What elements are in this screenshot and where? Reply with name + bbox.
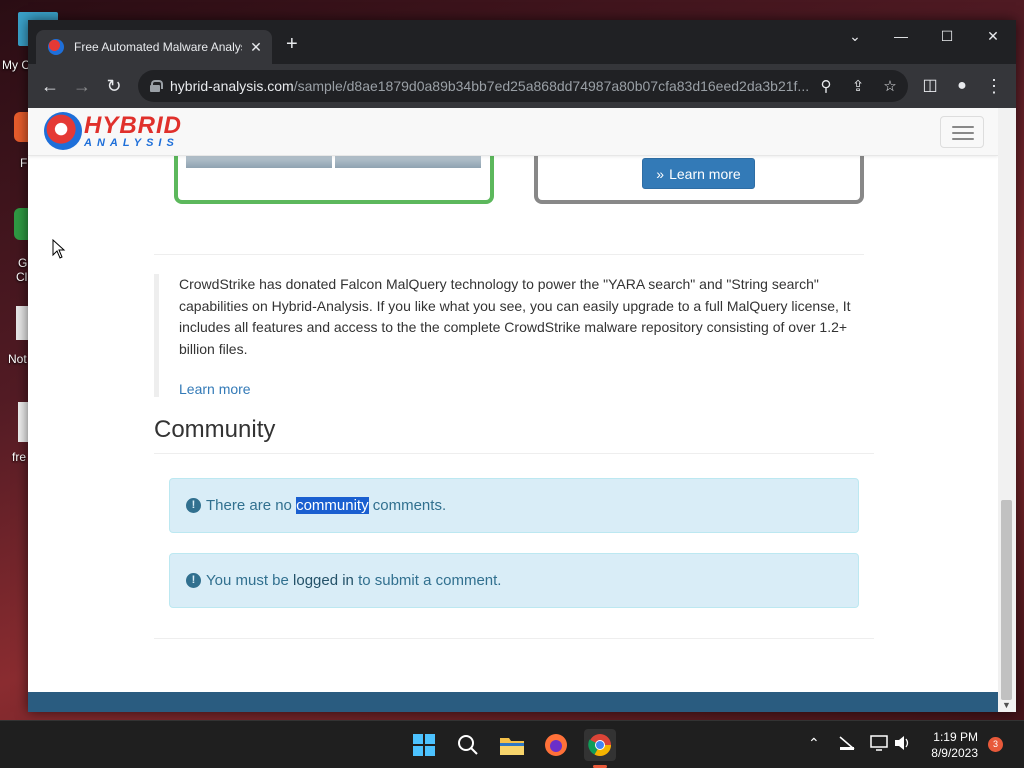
tab-close-icon[interactable]: ✕: [248, 39, 264, 56]
volume-icon[interactable]: [894, 735, 912, 754]
firefox-icon[interactable]: [540, 729, 572, 761]
exclamation-circle-icon: !: [186, 573, 201, 588]
desktop-icon-2[interactable]: [14, 112, 28, 142]
zoom-search-icon[interactable]: ⚲: [816, 77, 836, 95]
malquery-learn-more-link[interactable]: Learn more: [179, 381, 852, 397]
network-disconnected-icon[interactable]: [838, 735, 856, 754]
menu-kebab-icon[interactable]: ⋮: [982, 74, 1006, 98]
alert1-text-after: comments.: [368, 497, 447, 514]
taskbar: ⌃ 1:19 PM 8/9/2023 3: [0, 720, 1024, 768]
logo-word-analysis: ANALYSIS: [84, 136, 179, 149]
profile-avatar-icon[interactable]: ●: [950, 74, 974, 98]
double-chevron-right-icon: »: [656, 165, 665, 182]
bottom-divider: [154, 638, 874, 639]
logo-word-hybrid: HYBRID: [84, 111, 183, 139]
logo-mark-icon: [44, 112, 82, 150]
alert1-text-before: There are no: [206, 497, 297, 514]
desktop-icon-5[interactable]: [18, 402, 28, 442]
screenshot-thumbnail-1[interactable]: [186, 156, 332, 168]
desktop-label-my-computer[interactable]: My C: [2, 58, 30, 72]
windows-start-icon[interactable]: [408, 729, 440, 761]
minimize-button[interactable]: —: [881, 26, 921, 46]
community-heading: Community: [154, 416, 276, 443]
no-comments-alert: ! There are no community comments.: [169, 478, 859, 533]
exclamation-circle-icon: !: [186, 498, 201, 513]
bookmark-star-icon[interactable]: ☆: [880, 77, 900, 95]
clock-time: 1:19 PM: [933, 730, 978, 744]
url-path: /sample/d8ae1879d0a89b34bb7ed25a868dd749…: [293, 78, 810, 94]
url-text[interactable]: hybrid-analysis.com/sample/d8ae1879d0a89…: [170, 78, 810, 94]
hybrid-analysis-logo[interactable]: HYBRID ANALYSIS: [44, 112, 182, 150]
alert2-text-after: to submit a comment.: [353, 572, 502, 589]
tab-active[interactable]: Free Automated Malware Analysis ✕: [36, 30, 272, 64]
display-icon[interactable]: [870, 735, 888, 754]
show-hidden-icons-chevron-icon[interactable]: ⌃: [808, 735, 820, 752]
side-panel-icon[interactable]: ◫: [918, 74, 942, 98]
scroll-down-arrow-icon[interactable]: ▼: [1002, 700, 1011, 710]
alert2-text-before: You must be: [206, 572, 294, 589]
notification-badge[interactable]: 3: [988, 737, 1003, 752]
page-scrollbar[interactable]: ▼: [998, 108, 1016, 712]
screenshot-thumbnail-2[interactable]: [335, 156, 481, 168]
share-icon[interactable]: ⇪: [848, 77, 868, 95]
clock-date: 8/9/2023: [931, 746, 978, 760]
login-required-alert: ! You must be logged in to submit a comm…: [169, 553, 859, 608]
lock-icon[interactable]: [150, 80, 163, 92]
logged-in-link[interactable]: logged in: [293, 572, 354, 589]
desktop-label-3[interactable]: G: [18, 256, 27, 270]
url-host: hybrid-analysis.com: [170, 78, 294, 94]
malquery-blockquote: CrowdStrike has donated Falcon MalQuery …: [154, 274, 862, 397]
site-footer: [28, 692, 998, 712]
hybrid-analysis-favicon-icon: [48, 39, 64, 55]
scrollbar-thumb[interactable]: [1001, 500, 1012, 700]
site-navbar: HYBRID ANALYSIS: [28, 108, 998, 156]
hamburger-menu-icon[interactable]: [940, 116, 984, 148]
mouse-pointer-icon: [52, 239, 66, 259]
tab-title: Free Automated Malware Analysis: [74, 40, 242, 54]
desktop-label-4[interactable]: Not: [8, 352, 27, 366]
system-clock[interactable]: 1:19 PM 8/9/2023: [918, 729, 978, 761]
address-bar[interactable]: hybrid-analysis.com/sample/d8ae1879d0a89…: [138, 70, 908, 102]
web-page: HYBRID ANALYSIS » Learn more CrowdStrike…: [28, 108, 998, 712]
malquery-text: CrowdStrike has donated Falcon MalQuery …: [179, 276, 851, 357]
divider: [154, 254, 864, 255]
learn-more-button[interactable]: » Learn more: [642, 158, 755, 189]
maximize-button[interactable]: ☐: [927, 26, 967, 46]
file-explorer-icon[interactable]: [496, 729, 528, 761]
reload-icon[interactable]: ↻: [102, 74, 126, 98]
learn-more-button-label: Learn more: [669, 165, 741, 182]
close-window-button[interactable]: ✕: [973, 26, 1013, 46]
desktop-label-5[interactable]: fre: [12, 450, 26, 464]
desktop-label-3b[interactable]: Cl: [16, 270, 27, 284]
forward-arrow-icon[interactable]: →: [70, 74, 94, 98]
alert1-highlighted-word: community: [296, 497, 369, 514]
desktop-icon-4[interactable]: [16, 306, 28, 340]
title-bar: Free Automated Malware Analysis ✕ + ⌄ — …: [28, 20, 1016, 64]
browser-window: Free Automated Malware Analysis ✕ + ⌄ — …: [28, 20, 1016, 712]
chrome-icon[interactable]: [584, 729, 616, 761]
back-arrow-icon[interactable]: ←: [38, 74, 62, 98]
community-divider: [154, 453, 874, 454]
new-tab-button[interactable]: +: [286, 34, 298, 54]
tab-search-dropdown-icon[interactable]: ⌄: [835, 26, 875, 46]
desktop-label-2[interactable]: F: [20, 156, 27, 170]
search-icon[interactable]: [452, 729, 484, 761]
browser-toolbar: ← → ↻ hybrid-analysis.com/sample/d8ae187…: [28, 64, 1016, 108]
desktop-icon-3[interactable]: [14, 208, 28, 240]
